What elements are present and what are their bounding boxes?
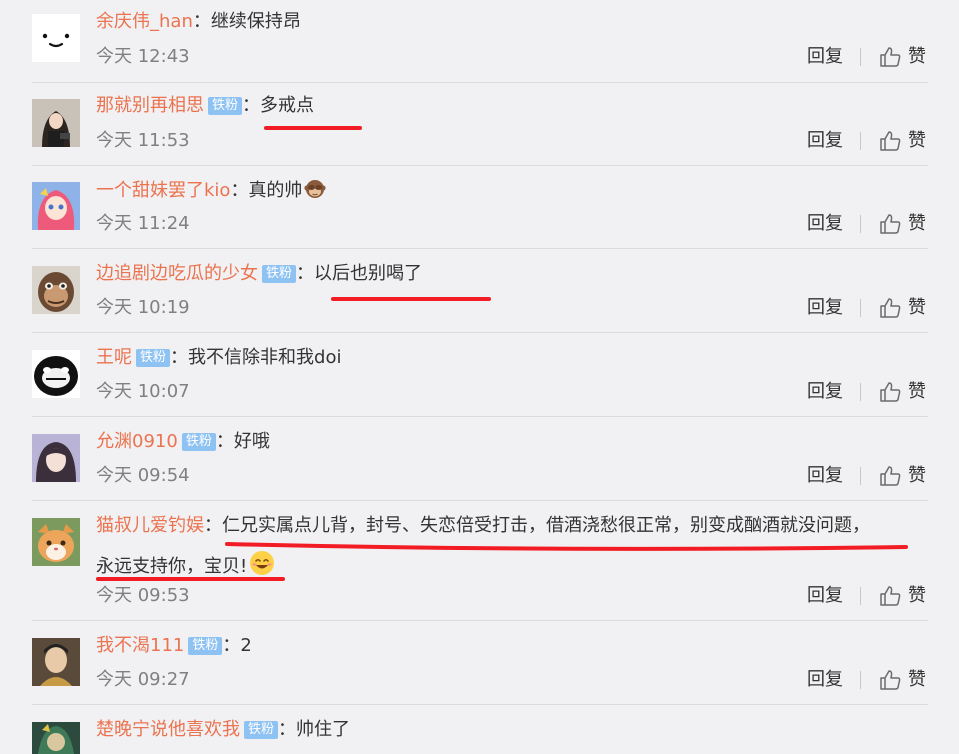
- comment-text: 帅住了: [296, 719, 351, 740]
- username[interactable]: 我不渴111: [96, 635, 184, 656]
- avatar[interactable]: [32, 722, 80, 754]
- avatar[interactable]: [32, 266, 80, 314]
- thumbs-up-icon[interactable]: [879, 669, 901, 691]
- username[interactable]: 边追剧边吃瓜的少女: [96, 263, 258, 284]
- comment-time: 今天 11:53: [96, 130, 190, 151]
- reply-button[interactable]: 回复: [807, 381, 843, 403]
- red-underline-annotation: [96, 542, 908, 581]
- action-separator: [860, 467, 861, 485]
- fan-badge[interactable]: 铁粉: [181, 433, 216, 451]
- colon: ：: [222, 635, 241, 656]
- like-button[interactable]: 赞: [908, 669, 926, 691]
- colon: ：: [204, 515, 222, 536]
- action-separator: [860, 587, 861, 605]
- thumbs-up-icon[interactable]: [879, 46, 901, 68]
- reply-button[interactable]: 回复: [807, 297, 843, 319]
- like-button[interactable]: 赞: [908, 46, 926, 68]
- thumbs-up-icon[interactable]: [879, 381, 901, 403]
- action-separator: [860, 383, 861, 401]
- reply-button[interactable]: 回复: [807, 585, 843, 607]
- divider: [32, 416, 928, 417]
- thumbs-up-icon[interactable]: [879, 213, 901, 235]
- username[interactable]: 楚晚宁说他喜欢我: [96, 719, 240, 740]
- thumbs-up-icon[interactable]: [879, 130, 901, 152]
- like-button[interactable]: 赞: [908, 381, 926, 403]
- comment-list: 余庆伟_han：继续保持昂 今天 12:43 回复 赞 那就别再相思 铁粉 ：多戒点…: [0, 0, 959, 754]
- reply-button[interactable]: 回复: [807, 669, 843, 691]
- divider: [32, 620, 928, 621]
- comment-text: 继续保持昂: [210, 11, 301, 32]
- monkey-covering-eyes-icon: [304, 180, 327, 198]
- like-button[interactable]: 赞: [908, 297, 926, 319]
- comment-text: 仁兄实属点儿背，封号、失恋倍受打击，借酒浇愁很正常，别变成酗酒就没问题，: [222, 515, 870, 536]
- comment-time: 今天 12:43: [96, 46, 190, 67]
- reply-button[interactable]: 回复: [807, 46, 843, 68]
- comment-text: 好哦: [233, 431, 270, 452]
- red-underline-annotation: [264, 126, 362, 130]
- username[interactable]: 王呢: [96, 347, 132, 368]
- comment-time: 今天 10:19: [96, 297, 190, 318]
- divider: [32, 500, 928, 501]
- fan-badge[interactable]: 铁粉: [262, 265, 297, 283]
- colon: ：: [192, 11, 211, 32]
- action-separator: [860, 132, 861, 150]
- comment-text: 以后也别喝了: [314, 263, 423, 284]
- thumbs-up-icon[interactable]: [879, 585, 901, 607]
- avatar[interactable]: [32, 434, 80, 482]
- reply-button[interactable]: 回复: [807, 465, 843, 487]
- like-button[interactable]: 赞: [908, 585, 926, 607]
- thumbs-up-icon[interactable]: [879, 465, 901, 487]
- fan-badge[interactable]: 铁粉: [188, 637, 223, 655]
- username[interactable]: 允渊0910: [96, 431, 178, 452]
- comment-time: 今天 11:24: [96, 213, 190, 234]
- username[interactable]: 那就别再相思: [96, 95, 204, 116]
- action-separator: [860, 299, 861, 317]
- colon: ：: [230, 180, 249, 201]
- colon: ：: [278, 719, 297, 740]
- like-button[interactable]: 赞: [908, 130, 926, 152]
- action-separator: [860, 671, 861, 689]
- fan-badge[interactable]: 铁粉: [136, 349, 171, 367]
- avatar[interactable]: [32, 14, 80, 62]
- avatar[interactable]: [32, 350, 80, 398]
- action-separator: [860, 48, 861, 66]
- action-separator: [860, 215, 861, 233]
- username[interactable]: 一个甜妹罢了kio: [96, 180, 230, 201]
- divider: [32, 82, 928, 83]
- comment-text: 2: [240, 635, 252, 656]
- red-underline-annotation: [331, 297, 491, 301]
- username[interactable]: 猫叔儿爱钓娱: [96, 515, 204, 536]
- divider: [32, 165, 928, 166]
- thumbs-up-icon[interactable]: [879, 297, 901, 319]
- divider: [32, 704, 928, 705]
- comment-text: 多戒点: [260, 95, 315, 116]
- divider: [32, 332, 928, 333]
- divider: [32, 248, 928, 249]
- like-button[interactable]: 赞: [908, 465, 926, 487]
- like-button[interactable]: 赞: [908, 213, 926, 235]
- reply-button[interactable]: 回复: [807, 130, 843, 152]
- avatar[interactable]: [32, 99, 80, 147]
- colon: ：: [215, 431, 234, 452]
- comment-time: 今天 10:07: [96, 381, 190, 402]
- fan-badge[interactable]: 铁粉: [244, 721, 279, 739]
- comment-time: 今天 09:54: [96, 465, 190, 486]
- comment-time: 今天 09:27: [96, 669, 190, 690]
- comment-time: 今天 09:53: [96, 585, 190, 606]
- fan-badge[interactable]: 铁粉: [208, 97, 243, 115]
- colon: ：: [170, 347, 189, 368]
- colon: ：: [242, 95, 261, 116]
- comment-text: 我不信除非和我doi: [188, 347, 342, 368]
- reply-button[interactable]: 回复: [807, 213, 843, 235]
- colon: ：: [296, 263, 315, 284]
- avatar[interactable]: [32, 638, 80, 686]
- username[interactable]: 余庆伟_han: [96, 11, 193, 32]
- avatar[interactable]: [32, 182, 80, 230]
- comment-text: 真的帅: [248, 180, 303, 201]
